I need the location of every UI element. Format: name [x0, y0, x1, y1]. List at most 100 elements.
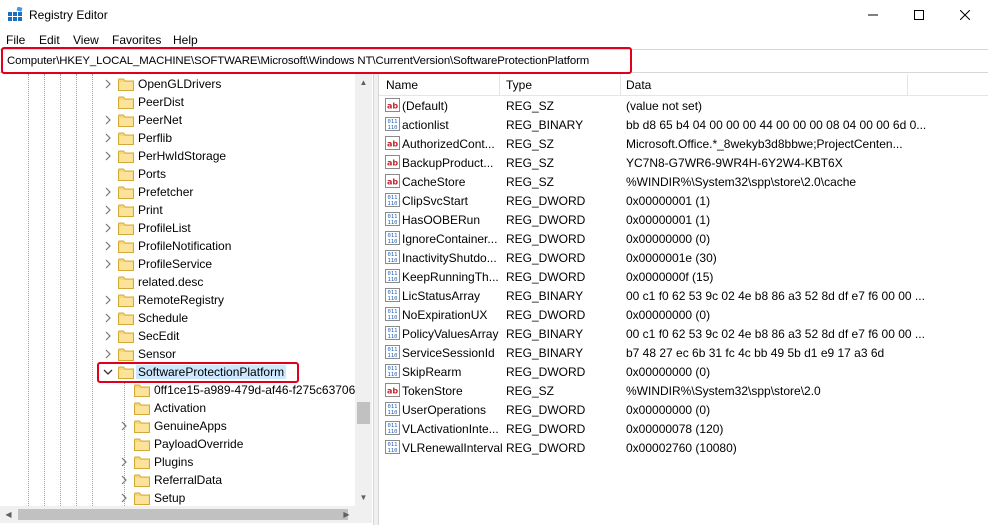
tree-item[interactable]: Ports: [0, 165, 360, 183]
list-item[interactable]: 011 110 ClipSvcStart REG_DWORD 0x00000001 (1…: [379, 191, 988, 210]
tree-hscroll-thumb[interactable]: [18, 509, 348, 520]
tree-vertical-scrollbar[interactable]: ▲ ▼: [355, 74, 372, 506]
tree-item[interactable]: ReferralData: [0, 471, 360, 489]
tree-item[interactable]: SecEdit: [0, 327, 360, 345]
tree-item[interactable]: ProfileList: [0, 219, 360, 237]
menu-view[interactable]: View: [73, 33, 99, 47]
tree-item[interactable]: SoftwareProtectionPlatform: [0, 363, 360, 381]
list-item[interactable]: ab (Default) REG_SZ (value not set): [379, 96, 988, 115]
svg-text:110: 110: [388, 220, 398, 226]
chevron-right-icon[interactable]: [103, 349, 113, 359]
chevron-right-icon[interactable]: [103, 295, 113, 305]
value-data-cell: 0x00000001 (1): [626, 194, 711, 208]
tree-item[interactable]: Schedule: [0, 309, 360, 327]
list-item[interactable]: 011 110 NoExpirationUX REG_DWORD 0x00000000 …: [379, 305, 988, 324]
chevron-right-icon[interactable]: [119, 421, 129, 431]
column-name-header[interactable]: Name: [386, 78, 418, 92]
list-item[interactable]: 011 110 VLRenewalInterval REG_DWORD 0x000027…: [379, 438, 988, 457]
minimize-button[interactable]: [850, 0, 896, 30]
tree-item[interactable]: PayloadOverride: [0, 435, 360, 453]
chevron-right-icon[interactable]: [103, 223, 113, 233]
list-item[interactable]: 011 110 HasOOBERun REG_DWORD 0x00000001 (1): [379, 210, 988, 229]
value-data-cell: 0x00000000 (0): [626, 308, 711, 322]
tree-item[interactable]: PeerNet: [0, 111, 360, 129]
value-name-cell: (Default): [402, 99, 449, 113]
tree-item[interactable]: related.desc: [0, 273, 360, 291]
list-item[interactable]: 011 110 LicStatusArray REG_BINARY 00 c1 f0 6…: [379, 286, 988, 305]
chevron-right-icon[interactable]: [119, 493, 129, 503]
column-type-header[interactable]: Type: [506, 78, 532, 92]
scroll-left-icon[interactable]: ◀: [0, 506, 17, 523]
menu-help[interactable]: Help: [173, 33, 198, 47]
maximize-button[interactable]: [896, 0, 942, 30]
menu-bar: File Edit View Favorites Help: [0, 30, 988, 48]
tree-item[interactable]: OpenGLDrivers: [0, 75, 360, 93]
list-item[interactable]: 011 110 actionlist REG_BINARY bb d8 65 b4 04…: [379, 115, 988, 134]
tree-vscroll-thumb[interactable]: [357, 402, 370, 424]
chevron-right-icon[interactable]: [103, 151, 113, 161]
close-icon: [960, 10, 970, 20]
list-item[interactable]: 011 110 InactivityShutdo... REG_DWORD 0x0000…: [379, 248, 988, 267]
tree-item[interactable]: Activation: [0, 399, 360, 417]
menu-edit[interactable]: Edit: [39, 33, 60, 47]
svg-text:ab: ab: [387, 178, 398, 187]
value-name-cell: VLRenewalInterval: [402, 441, 503, 455]
scroll-down-icon[interactable]: ▼: [355, 489, 372, 506]
chevron-right-icon[interactable]: [103, 205, 113, 215]
chevron-right-icon[interactable]: [103, 133, 113, 143]
list-item[interactable]: ab TokenStore REG_SZ %WINDIR%\System32\spp\…: [379, 381, 988, 400]
tree-item-label: SoftwareProtectionPlatform: [136, 365, 287, 379]
chevron-right-icon[interactable]: [103, 313, 113, 323]
column-separator[interactable]: [907, 74, 908, 96]
chevron-right-icon[interactable]: [103, 187, 113, 197]
folder-icon: [118, 204, 134, 217]
column-data-header[interactable]: Data: [626, 78, 651, 92]
tree-item[interactable]: 0ff1ce15-a989-479d-af46-f275c6370663: [0, 381, 369, 399]
key-tree[interactable]: OpenGLDrivers PeerDist PeerNet Perflib PerHw…: [0, 74, 373, 525]
chevron-right-icon[interactable]: [119, 475, 129, 485]
tree-item[interactable]: GenuineApps: [0, 417, 360, 435]
address-path[interactable]: Computer\HKEY_LOCAL_MACHINE\SOFTWARE\Mic…: [7, 55, 589, 67]
list-item[interactable]: 011 110 IgnoreContainer... REG_DWORD 0x00000…: [379, 229, 988, 248]
chevron-right-icon[interactable]: [103, 79, 113, 89]
tree-item[interactable]: ProfileService: [0, 255, 360, 273]
tree-item[interactable]: Perflib: [0, 129, 360, 147]
tree-item[interactable]: PerHwIdStorage: [0, 147, 360, 165]
values-list[interactable]: Name Type Data ab (Default) REG_SZ (value n…: [379, 74, 988, 525]
tree-item[interactable]: PeerDist: [0, 93, 360, 111]
chevron-right-icon[interactable]: [103, 259, 113, 269]
chevron-right-icon[interactable]: [103, 115, 113, 125]
list-item[interactable]: 011 110 KeepRunningTh... REG_DWORD 0x0000000…: [379, 267, 988, 286]
scroll-up-icon[interactable]: ▲: [355, 74, 372, 91]
tree-item[interactable]: Plugins: [0, 453, 360, 471]
chevron-right-icon[interactable]: [119, 457, 129, 467]
menu-file[interactable]: File: [6, 33, 25, 47]
list-item[interactable]: 011 110 ServiceSessionId REG_BINARY b7 48 27…: [379, 343, 988, 362]
column-separator[interactable]: [620, 74, 621, 96]
tree-horizontal-scrollbar[interactable]: ◀ ▶: [0, 506, 372, 523]
chevron-down-icon[interactable]: [103, 367, 113, 377]
tree-item[interactable]: RemoteRegistry: [0, 291, 360, 309]
list-item[interactable]: 011 110 SkipRearm REG_DWORD 0x00000000 (0): [379, 362, 988, 381]
value-type-cell: REG_BINARY: [506, 327, 584, 341]
close-button[interactable]: [942, 0, 988, 30]
address-bar[interactable]: Computer\HKEY_LOCAL_MACHINE\SOFTWARE\Mic…: [0, 49, 988, 73]
tree-item[interactable]: Prefetcher: [0, 183, 360, 201]
svg-text:110: 110: [388, 410, 398, 416]
chevron-right-icon[interactable]: [103, 331, 113, 341]
tree-item[interactable]: Setup: [0, 489, 360, 507]
tree-item[interactable]: ProfileNotification: [0, 237, 360, 255]
tree-item[interactable]: Sensor: [0, 345, 360, 363]
menu-favorites[interactable]: Favorites: [112, 33, 161, 47]
list-item[interactable]: ab CacheStore REG_SZ %WINDIR%\System32\spp\…: [379, 172, 988, 191]
binary-value-icon: 011 110: [385, 212, 400, 226]
chevron-right-icon[interactable]: [103, 241, 113, 251]
list-item[interactable]: 011 110 VLActivationInte... REG_DWORD 0x0000…: [379, 419, 988, 438]
list-item[interactable]: 011 110 PolicyValuesArray REG_BINARY 00 c1 f…: [379, 324, 988, 343]
column-separator[interactable]: [499, 74, 500, 96]
list-item[interactable]: 011 110 UserOperations REG_DWORD 0x00000000 …: [379, 400, 988, 419]
list-item[interactable]: ab AuthorizedCont... REG_SZ Microsoft.Offic…: [379, 134, 988, 153]
list-item[interactable]: ab BackupProduct... REG_SZ YC7N8-G7WR6-9WR4…: [379, 153, 988, 172]
tree-item[interactable]: Print: [0, 201, 360, 219]
scroll-right-icon[interactable]: ▶: [338, 506, 355, 523]
